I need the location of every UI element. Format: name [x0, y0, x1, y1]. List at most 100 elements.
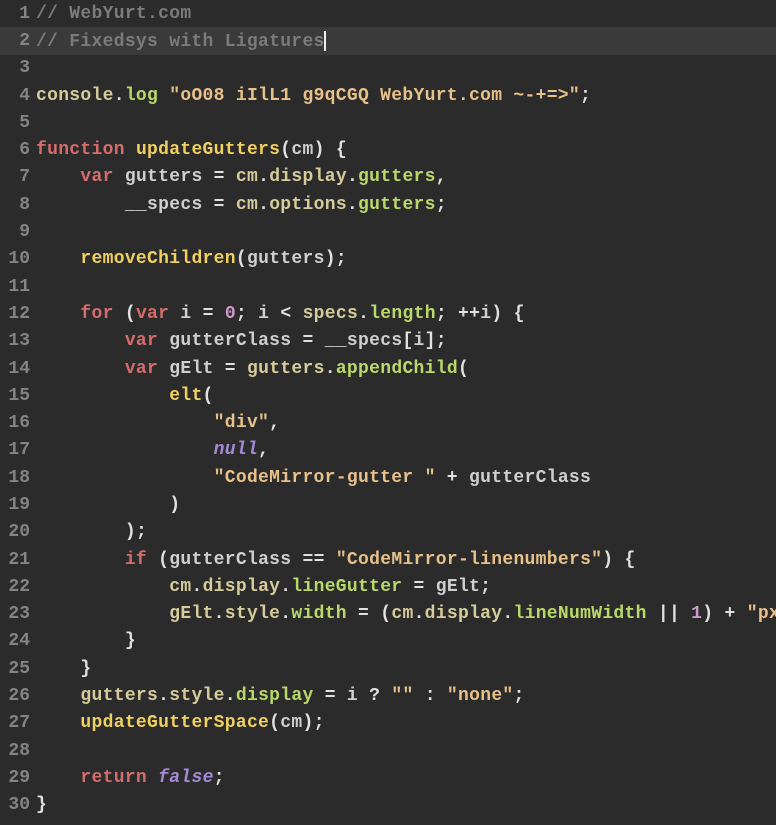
code-line[interactable]: 11	[0, 273, 776, 300]
token: gElt	[169, 604, 213, 624]
token: }	[36, 795, 47, 815]
code-content[interactable]: updateGutterSpace(cm);	[36, 713, 776, 733]
token: .	[158, 686, 169, 706]
token: )	[302, 713, 313, 733]
code-content[interactable]: }	[36, 631, 776, 651]
line-number: 13	[0, 331, 36, 351]
text-cursor	[324, 31, 326, 51]
token: cm	[291, 140, 313, 160]
token: +	[725, 604, 736, 624]
code-line[interactable]: 28	[0, 737, 776, 764]
line-number: 12	[0, 304, 36, 324]
token: +	[447, 468, 458, 488]
code-line[interactable]: 3	[0, 55, 776, 82]
token: lineNumWidth	[514, 604, 647, 624]
code-content[interactable]: "CodeMirror-gutter " + gutterClass	[36, 468, 776, 488]
token	[225, 195, 236, 215]
code-line[interactable]: 30}	[0, 792, 776, 819]
code-content[interactable]: return false;	[36, 768, 776, 788]
code-line[interactable]: 12 for (var i = 0; i < specs.length; ++i…	[0, 300, 776, 327]
code-line[interactable]: 20 );	[0, 519, 776, 546]
code-line[interactable]: 25 }	[0, 655, 776, 682]
code-line[interactable]: 1// WebYurt.com	[0, 0, 776, 27]
token: (	[236, 249, 247, 269]
code-line[interactable]: 17 null,	[0, 437, 776, 464]
code-line[interactable]: 13 var gutterClass = __specs[i];	[0, 328, 776, 355]
code-content[interactable]: // Fixedsys with Ligatures	[36, 31, 776, 52]
code-content[interactable]: var gutterClass = __specs[i];	[36, 331, 776, 351]
code-line[interactable]: 6function updateGutters(cm) {	[0, 136, 776, 163]
line-number: 7	[0, 167, 36, 187]
line-number: 17	[0, 440, 36, 460]
code-line[interactable]: 10 removeChildren(gutters);	[0, 246, 776, 273]
code-line[interactable]: 15 elt(	[0, 382, 776, 409]
code-content[interactable]: gutters.style.display = i ? "" : "none";	[36, 686, 776, 706]
code-line[interactable]: 18 "CodeMirror-gutter " + gutterClass	[0, 464, 776, 491]
token: .	[280, 604, 291, 624]
line-number: 19	[0, 495, 36, 515]
line-number: 30	[0, 795, 36, 815]
token: ]	[425, 331, 436, 351]
code-line[interactable]: 21 if (gutterClass == "CodeMirror-linenu…	[0, 546, 776, 573]
code-line[interactable]: 23 gElt.style.width = (cm.display.lineNu…	[0, 601, 776, 628]
code-content[interactable]: for (var i = 0; i < specs.length; ++i) {	[36, 304, 776, 324]
token: ,	[258, 440, 269, 460]
token: .	[358, 304, 369, 324]
code-content[interactable]: var gutters = cm.display.gutters,	[36, 167, 776, 187]
code-content[interactable]: "div",	[36, 413, 776, 433]
code-content[interactable]: removeChildren(gutters);	[36, 249, 776, 269]
code-line[interactable]: 26 gutters.style.display = i ? "" : "non…	[0, 682, 776, 709]
code-content[interactable]: null,	[36, 440, 776, 460]
code-line[interactable]: 5	[0, 109, 776, 136]
token: .	[325, 359, 336, 379]
code-line[interactable]: 14 var gElt = gutters.appendChild(	[0, 355, 776, 382]
token: __specs	[125, 195, 203, 215]
code-content[interactable]: elt(	[36, 386, 776, 406]
code-content[interactable]: )	[36, 495, 776, 515]
code-content[interactable]: cm.display.lineGutter = gElt;	[36, 577, 776, 597]
line-number: 2	[0, 31, 36, 51]
token: =	[214, 195, 225, 215]
token: cm	[169, 577, 191, 597]
code-line[interactable]: 22 cm.display.lineGutter = gElt;	[0, 573, 776, 600]
token: "oO08 iIlL1 g9qCGQ WebYurt.com ~-+=>"	[169, 86, 580, 106]
code-content[interactable]: // WebYurt.com	[36, 4, 776, 24]
code-line[interactable]: 24 }	[0, 628, 776, 655]
token: // Fixedsys with Ligatures	[36, 31, 325, 51]
token: .	[347, 195, 358, 215]
code-line[interactable]: 8 __specs = cm.options.gutters;	[0, 191, 776, 218]
line-number: 25	[0, 659, 36, 679]
token	[36, 413, 214, 433]
code-content[interactable]: if (gutterClass == "CodeMirror-linenumbe…	[36, 550, 776, 570]
code-line[interactable]: 7 var gutters = cm.display.gutters,	[0, 164, 776, 191]
code-line[interactable]: 29 return false;	[0, 764, 776, 791]
code-content[interactable]: gElt.style.width = (cm.display.lineNumWi…	[36, 604, 776, 624]
token: .	[347, 167, 358, 187]
code-line[interactable]: 2// Fixedsys with Ligatures	[0, 27, 776, 54]
code-line[interactable]: 9	[0, 218, 776, 245]
token	[36, 713, 80, 733]
token	[158, 86, 169, 106]
code-content[interactable]: }	[36, 795, 776, 815]
code-content[interactable]: );	[36, 522, 776, 542]
code-editor[interactable]: 1// WebYurt.com2// Fixedsys with Ligatur…	[0, 0, 776, 825]
code-line[interactable]: 27 updateGutterSpace(cm);	[0, 710, 776, 737]
token	[191, 304, 202, 324]
code-line[interactable]: 4console.log "oO08 iIlL1 g9qCGQ WebYurt.…	[0, 82, 776, 109]
code-content[interactable]: function updateGutters(cm) {	[36, 140, 776, 160]
code-content[interactable]: console.log "oO08 iIlL1 g9qCGQ WebYurt.c…	[36, 86, 776, 106]
token: "px"	[747, 604, 776, 624]
token	[358, 686, 369, 706]
token: length	[369, 304, 436, 324]
code-line[interactable]: 16 "div",	[0, 409, 776, 436]
code-line[interactable]: 19 )	[0, 491, 776, 518]
code-content[interactable]: var gElt = gutters.appendChild(	[36, 359, 776, 379]
line-number: 15	[0, 386, 36, 406]
token: ;	[436, 304, 447, 324]
code-content[interactable]: __specs = cm.options.gutters;	[36, 195, 776, 215]
token: .	[502, 604, 513, 624]
token	[214, 359, 225, 379]
line-number: 9	[0, 222, 36, 242]
code-content[interactable]: }	[36, 659, 776, 679]
token: <	[280, 304, 291, 324]
